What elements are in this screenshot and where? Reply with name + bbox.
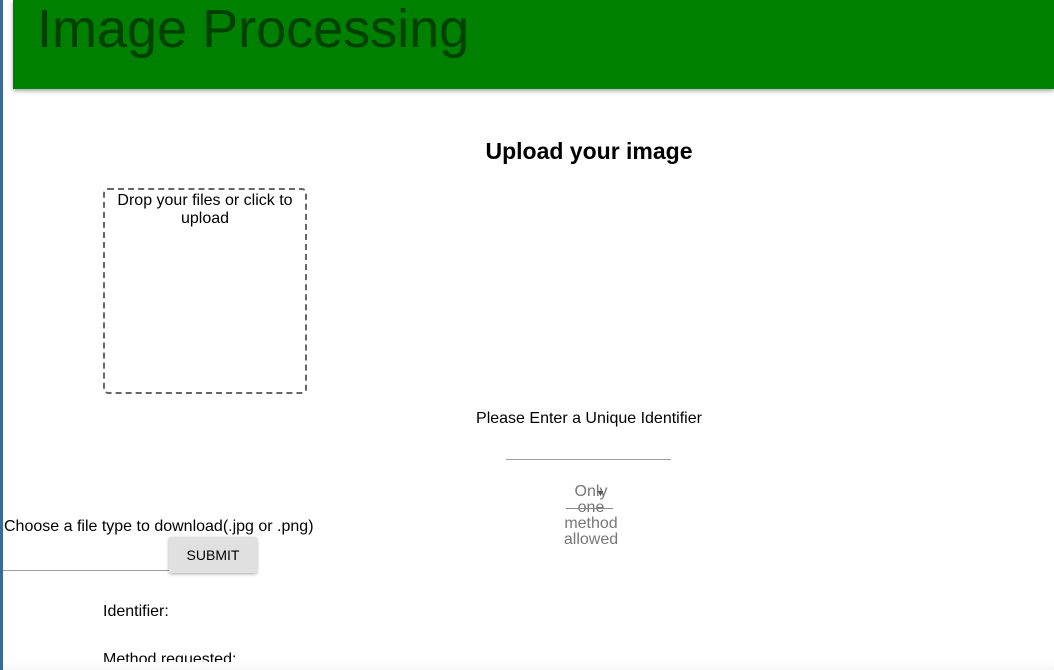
- identifier-label: Please Enter a Unique Identifier: [476, 410, 702, 427]
- bottom-shadow: [3, 662, 1054, 670]
- method-select-underline: [566, 508, 613, 509]
- app-bar: Image Processing: [13, 0, 1054, 89]
- dropzone-text: Drop your files or click to upload: [117, 192, 293, 227]
- submit-button[interactable]: SUBMIT: [169, 537, 257, 573]
- app-title: Image Processing: [37, 0, 470, 59]
- method-select-placeholder: Only one method allowed: [563, 483, 619, 548]
- method-select[interactable]: Only one method allowed: [560, 484, 622, 548]
- filetype-label: Choose a file type to download(.jpg or .…: [4, 518, 314, 535]
- result-identifier-label: Identifier:: [103, 603, 169, 620]
- file-dropzone[interactable]: Drop your files or click to upload: [103, 188, 307, 394]
- dropdown-arrow-icon[interactable]: ▼: [596, 488, 605, 498]
- identifier-input[interactable]: [506, 437, 671, 460]
- upload-heading: Upload your image: [485, 138, 693, 164]
- filetype-input[interactable]: [3, 550, 169, 571]
